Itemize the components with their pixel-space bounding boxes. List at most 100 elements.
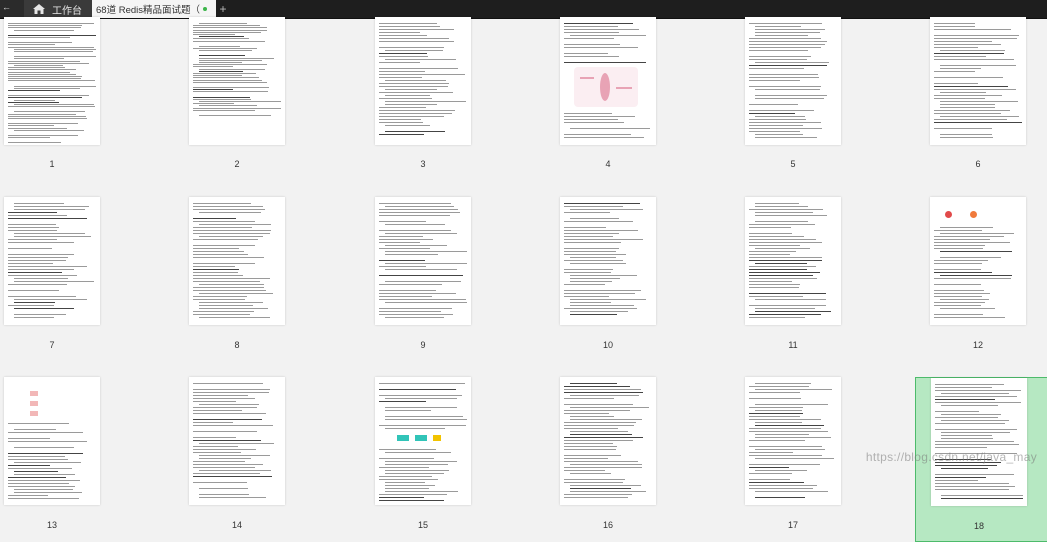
text-line <box>193 287 264 288</box>
text-line <box>749 482 804 483</box>
text-line <box>564 26 619 27</box>
page-thumbnail[interactable] <box>930 17 1026 145</box>
text-line <box>14 462 81 463</box>
text-line <box>379 35 427 36</box>
text-line <box>193 299 245 300</box>
page-thumbnail[interactable] <box>560 17 656 145</box>
page-thumbnail-cell[interactable]: 12 <box>915 197 1047 362</box>
text-line <box>570 299 646 300</box>
page-thumbnail[interactable] <box>4 17 100 145</box>
text-line <box>379 47 445 48</box>
text-line <box>749 479 791 480</box>
text-line <box>14 99 55 101</box>
page-thumbnail[interactable] <box>930 197 1026 325</box>
page-thumbnail-cell[interactable]: 10 <box>545 197 714 362</box>
tab-document[interactable]: 68道 Redis精品面试题（带解... <box>92 0 216 18</box>
text-line <box>8 46 94 48</box>
page-thumbnail[interactable] <box>745 197 841 325</box>
page-number-label: 12 <box>972 340 983 350</box>
page-thumbnail[interactable] <box>189 17 285 145</box>
back-area[interactable]: ← <box>0 0 24 18</box>
page-thumbnail-cell[interactable]: 9 <box>360 197 529 362</box>
text-line <box>934 236 1005 237</box>
text-line <box>564 449 617 450</box>
text-line <box>14 429 57 430</box>
text-line <box>564 122 625 123</box>
page-thumbnail-cell[interactable]: 16 <box>545 377 714 542</box>
page-thumbnail[interactable] <box>745 377 841 505</box>
page-thumbnail-cell[interactable]: 11 <box>730 197 899 362</box>
page-thumbnail[interactable] <box>4 377 100 505</box>
page-thumbnail[interactable] <box>931 378 1027 506</box>
page-thumbnail[interactable] <box>745 17 841 145</box>
text-line <box>379 284 443 285</box>
text-line <box>8 227 60 228</box>
text-line <box>199 45 241 47</box>
page-thumbnail[interactable] <box>375 377 471 505</box>
text-line <box>8 95 90 97</box>
text-line <box>379 476 432 477</box>
text-line <box>570 305 635 306</box>
text-line <box>193 266 236 267</box>
text-line <box>8 115 86 117</box>
page-thumbnail-cell[interactable]: 4 <box>545 17 714 182</box>
page-thumbnail[interactable] <box>375 197 471 325</box>
page-thumbnail-cell[interactable]: 6 <box>915 17 1047 182</box>
text-line <box>193 81 267 83</box>
text-line <box>940 68 981 69</box>
text-line <box>570 275 638 276</box>
text-line <box>749 314 821 315</box>
page-thumbnail[interactable] <box>189 377 285 505</box>
text-line <box>564 293 636 294</box>
text-line <box>749 416 800 417</box>
page-thumbnail-cell[interactable]: 15 <box>360 377 529 542</box>
text-line <box>935 423 1005 424</box>
text-line <box>193 91 268 93</box>
text-line <box>570 128 650 129</box>
add-tab-button[interactable]: + <box>218 0 228 18</box>
text-line <box>564 443 614 444</box>
text-line <box>755 491 829 492</box>
text-line <box>379 26 440 27</box>
page-thumbnail[interactable] <box>189 197 285 325</box>
text-line <box>935 477 986 478</box>
page-thumbnail[interactable] <box>560 377 656 505</box>
text-line <box>199 36 245 38</box>
text-line <box>379 77 422 78</box>
text-line <box>755 410 802 411</box>
page-thumbnail-cell[interactable]: 2 <box>174 17 343 182</box>
text-line <box>935 444 1019 445</box>
text-line <box>934 95 1002 96</box>
text-line <box>564 260 624 261</box>
text-line <box>379 209 458 210</box>
text-line <box>749 386 809 387</box>
text-line <box>564 386 630 387</box>
tab-home[interactable]: 工作台 <box>24 0 92 18</box>
page-thumbnail-cell[interactable]: 8 <box>174 197 343 362</box>
text-line <box>934 260 989 261</box>
text-line <box>941 432 1011 433</box>
text-line <box>199 497 266 498</box>
text-line <box>749 317 806 318</box>
page-thumbnail[interactable] <box>560 197 656 325</box>
text-line <box>193 248 240 249</box>
page-thumbnail-cell[interactable]: 14 <box>174 377 343 542</box>
page-thumbnail-cell[interactable]: 3 <box>360 17 529 182</box>
page-thumbnail-cell[interactable]: 5 <box>730 17 899 182</box>
text-line <box>385 461 458 462</box>
text-line <box>564 251 617 252</box>
page-thumbnail-cell[interactable]: 1 <box>0 17 158 182</box>
text-line <box>385 89 438 90</box>
page-thumbnail[interactable] <box>4 197 100 325</box>
page-thumbnail-cell[interactable]: 13 <box>0 377 158 542</box>
text-line <box>564 254 626 255</box>
mind-map-center <box>600 73 610 101</box>
text-line <box>755 383 811 384</box>
text-line <box>379 500 444 501</box>
page-thumbnail[interactable] <box>375 17 471 145</box>
text-line <box>934 59 1015 60</box>
text-line <box>564 32 620 33</box>
text-line <box>193 31 261 33</box>
page-thumbnail-cell[interactable]: 7 <box>0 197 158 362</box>
text-line <box>199 101 281 102</box>
